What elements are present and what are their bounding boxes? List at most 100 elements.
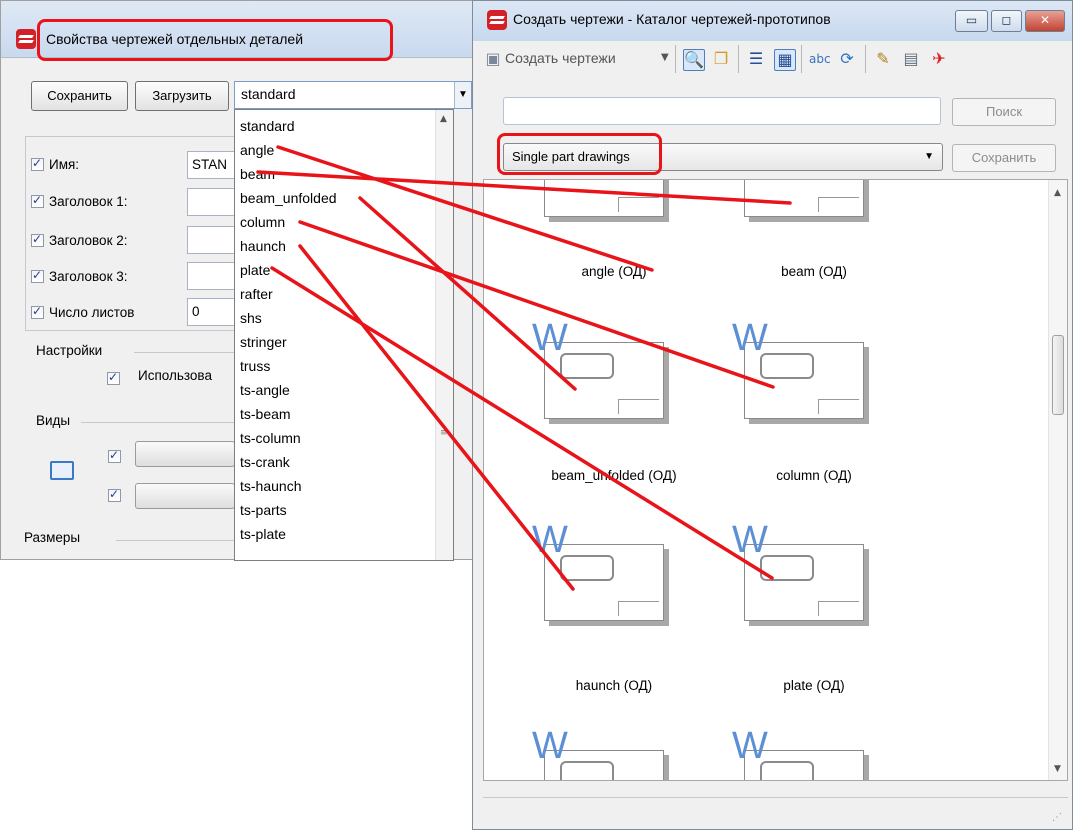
scroll-down-icon[interactable]: ▼ (1054, 764, 1061, 774)
dimensions-divider (116, 540, 234, 541)
dropdown-option[interactable]: stringer (240, 330, 287, 354)
resize-grip-icon[interactable]: ⋰ (1052, 812, 1062, 823)
dropdown-option[interactable]: haunch (240, 234, 286, 258)
header1-checkbox[interactable] (31, 193, 44, 208)
search-input[interactable] (503, 97, 941, 125)
settings-divider (134, 352, 234, 353)
dropdown-scrollbar[interactable]: ▲ ≡ (435, 110, 453, 560)
drawing-thumbnail[interactable]: W (732, 520, 872, 624)
name-checkbox[interactable] (31, 156, 44, 171)
drawing-thumbnail[interactable]: W (732, 318, 872, 422)
properties-icon[interactable]: ▤ (901, 49, 921, 69)
scroll-up-icon[interactable]: ▲ (1054, 188, 1061, 198)
thumbnail-label: haunch (ОД) (575, 678, 653, 693)
drawing-thumbnail[interactable]: W (532, 318, 672, 422)
pin-icon[interactable]: ✈ (929, 49, 949, 69)
toolbar-separator (801, 45, 802, 73)
copy-icon[interactable]: ❐ (711, 49, 731, 69)
drawing-properties-window: Свойства чертежей отдельных деталей Сохр… (0, 0, 473, 561)
dropdown-option[interactable]: beam_unfolded (240, 186, 337, 210)
dropdown-option[interactable]: column (240, 210, 285, 234)
drawing-thumbnail[interactable]: W (532, 726, 672, 780)
settings-section-label: Настройки (36, 343, 103, 358)
dropdown-option[interactable]: angle (240, 138, 274, 162)
catalog-highlight-box (497, 133, 662, 175)
dropdown-option[interactable]: plate (240, 258, 270, 282)
view2-button[interactable] (135, 483, 235, 509)
close-button[interactable]: ✕ (1025, 10, 1065, 32)
gallery-scrollbar[interactable]: ▲ ▼ (1048, 180, 1067, 780)
header3-label: Заголовок 3: (49, 269, 128, 284)
drawing-thumbnail-gallery: angle (ОД) beam (ОД) W W beam_unfolded (… (483, 179, 1068, 781)
toolbar-separator (865, 45, 866, 73)
dropdown-option[interactable]: standard (240, 114, 294, 138)
scroll-grip-icon: ≡ (440, 428, 448, 438)
maximize-button[interactable]: ◻ (991, 10, 1022, 32)
chevron-down-icon[interactable]: ▼ (661, 52, 669, 63)
tekla-app-icon (487, 10, 507, 30)
settings-combo[interactable]: standard ▼ (234, 81, 472, 109)
header1-label: Заголовок 1: (49, 194, 128, 209)
thumbnail-label: column (ОД) (776, 468, 852, 483)
dropdown-option[interactable]: ts-crank (240, 450, 290, 474)
dropdown-option[interactable]: beam (240, 162, 275, 186)
settings-combo-value: standard (241, 86, 296, 102)
drawing-thumbnail[interactable] (532, 180, 672, 220)
dropdown-option[interactable]: ts-column (240, 426, 301, 450)
create-drawings-button[interactable]: Создать чертежи (505, 50, 616, 66)
views-divider (81, 422, 234, 423)
view-frame-icon (50, 461, 74, 480)
drawing-thumbnail[interactable]: W (532, 520, 672, 624)
name-label: Имя: (49, 157, 80, 172)
new-document-icon[interactable]: ✎ (873, 49, 893, 69)
dropdown-option[interactable]: ts-haunch (240, 474, 301, 498)
dropdown-option[interactable]: truss (240, 354, 270, 378)
drawing-thumbnail[interactable] (732, 180, 872, 220)
word-template-icon: W (532, 725, 568, 767)
header2-checkbox[interactable] (31, 232, 44, 247)
minimize-button[interactable]: ▭ (955, 10, 988, 32)
sheets-checkbox[interactable] (31, 304, 44, 319)
save-button[interactable]: Сохранить (31, 81, 128, 111)
load-button[interactable]: Загрузить (135, 81, 229, 111)
word-template-icon: W (732, 725, 768, 767)
view2-checkbox[interactable] (108, 487, 121, 502)
header2-label: Заголовок 2: (49, 233, 128, 248)
dropdown-option[interactable]: ts-angle (240, 378, 290, 402)
chevron-down-icon[interactable]: ▼ (924, 144, 934, 170)
dropdown-option[interactable]: ts-plate (240, 522, 286, 546)
thumbnail-view-icon[interactable]: ▦ (774, 49, 796, 71)
search-button[interactable]: Поиск (952, 98, 1056, 126)
toolbar-separator (675, 45, 676, 73)
spellcheck-icon[interactable]: abc (809, 49, 831, 69)
dropdown-option[interactable]: shs (240, 306, 262, 330)
use-option-label: Использова (138, 368, 212, 383)
dropdown-option[interactable]: ts-parts (240, 498, 287, 522)
drawing-thumbnail[interactable]: W (732, 726, 872, 780)
toolbar-separator (738, 45, 739, 73)
view1-checkbox[interactable] (108, 448, 121, 463)
dropdown-option[interactable]: rafter (240, 282, 273, 306)
word-template-icon: W (532, 317, 568, 359)
word-template-icon: W (532, 519, 568, 561)
view1-button[interactable] (135, 441, 235, 467)
header3-checkbox[interactable] (31, 268, 44, 283)
dimensions-section-label: Размеры (24, 530, 81, 545)
list-view-icon[interactable]: ☰ (746, 49, 766, 69)
thumbnail-label: beam_unfolded (ОД) (551, 468, 677, 483)
dropdown-option[interactable]: ts-beam (240, 402, 291, 426)
scroll-up-icon[interactable]: ▲ (440, 114, 447, 124)
catalog-save-button[interactable]: Сохранить (952, 144, 1056, 172)
search-icon[interactable]: 🔍 (683, 49, 705, 71)
word-template-icon: W (732, 519, 768, 561)
scrollbar-thumb[interactable] (1052, 335, 1064, 415)
use-option-checkbox[interactable] (107, 370, 120, 385)
status-bar (483, 797, 1068, 826)
word-template-icon: W (732, 317, 768, 359)
refresh-catalog-icon[interactable]: ⟳ (837, 49, 857, 69)
chevron-down-icon[interactable]: ▼ (454, 82, 471, 108)
sheets-label: Число листов (49, 305, 135, 320)
tekla-app-icon (16, 29, 36, 49)
create-drawings-icon: ▣ (485, 49, 501, 68)
thumbnail-label: plate (ОД) (783, 678, 845, 693)
